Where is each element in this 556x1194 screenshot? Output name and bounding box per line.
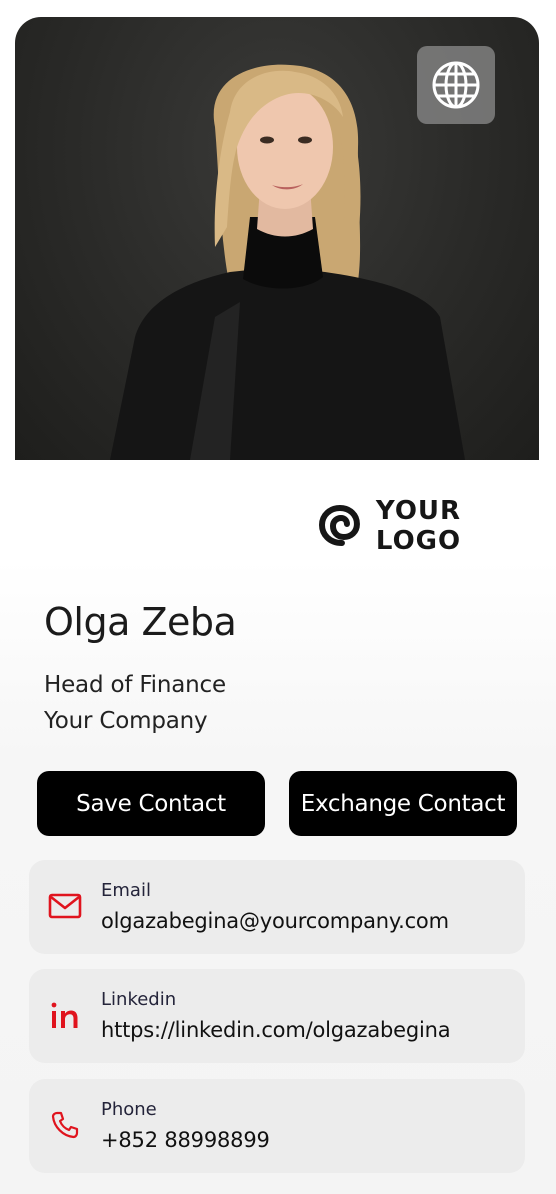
linkedin-value[interactable]: https://linkedin.com/olgazabegina xyxy=(101,1018,451,1042)
contact-label: Email xyxy=(101,880,151,901)
contact-label: Linkedin xyxy=(101,989,177,1010)
job-title: Head of Finance xyxy=(44,672,226,698)
email-value[interactable]: olgazabegina@yourcompany.com xyxy=(101,909,449,933)
contact-item-email[interactable]: Email olgazabegina@yourcompany.com xyxy=(29,860,525,954)
mail-icon xyxy=(47,888,83,924)
contact-item-linkedin[interactable]: Linkedin https://linkedin.com/olgazabegi… xyxy=(29,969,525,1063)
exchange-contact-button[interactable]: Exchange Contact xyxy=(289,771,517,836)
phone-value[interactable]: +852 88998899 xyxy=(101,1128,270,1152)
save-contact-button[interactable]: Save Contact xyxy=(37,771,265,836)
logo-text: YOUR LOGO xyxy=(375,496,462,556)
globe-icon xyxy=(432,61,480,109)
company-logo: YOUR LOGO xyxy=(318,496,556,556)
contact-label: Phone xyxy=(101,1099,157,1120)
company-name: Your Company xyxy=(44,708,208,734)
contact-item-phone[interactable]: Phone +852 88998899 xyxy=(29,1079,525,1173)
phone-icon xyxy=(47,1107,83,1143)
linkedin-icon xyxy=(47,997,83,1033)
profile-photo xyxy=(15,17,539,460)
language-button[interactable] xyxy=(417,46,495,124)
spiral-logo-icon xyxy=(318,505,360,546)
contact-name: Olga Zeba xyxy=(44,600,237,644)
business-card-page: YOUR LOGO Olga Zeba Head of Finance Your… xyxy=(0,0,556,1194)
